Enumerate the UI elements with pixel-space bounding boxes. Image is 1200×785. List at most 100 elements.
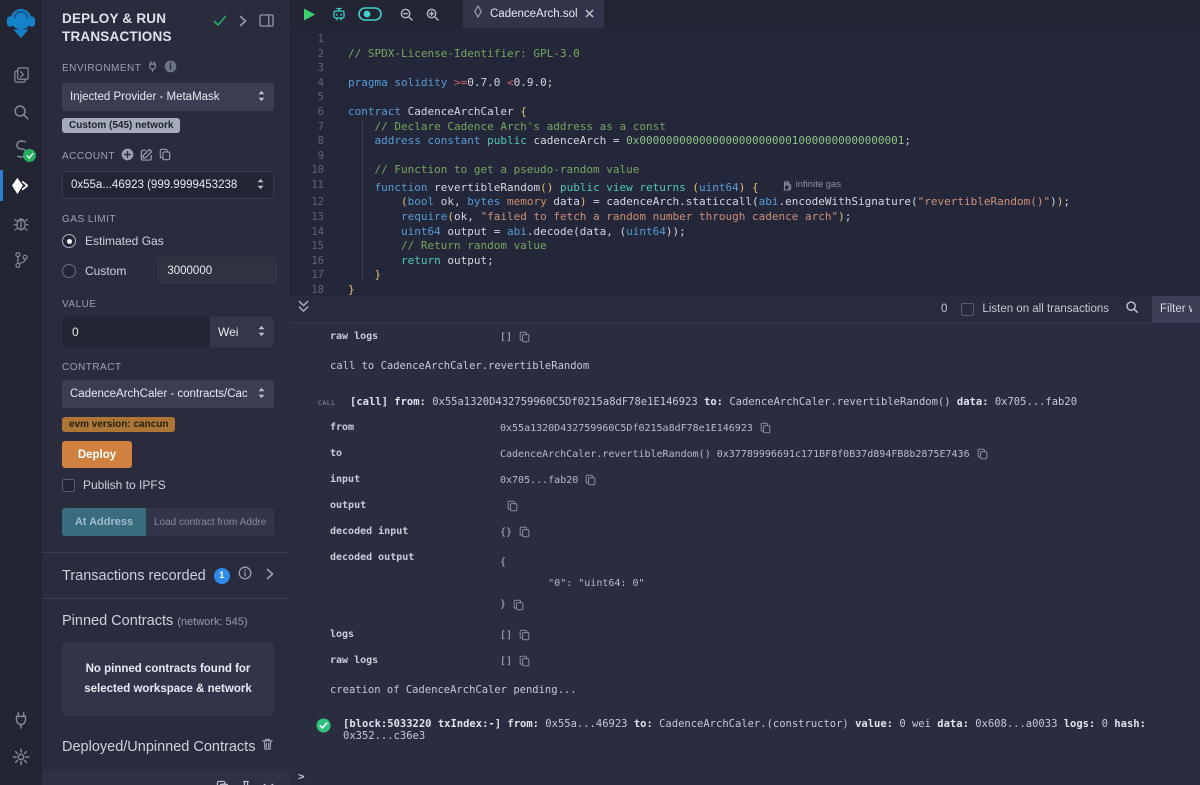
line-number: 15: [290, 239, 334, 254]
terminal-kv-block-row: decoded output{ "0": "uint64: 0"}: [330, 552, 1200, 615]
code-line[interactable]: 15 // Return random value: [290, 239, 1200, 254]
code-line[interactable]: 18}: [290, 283, 1200, 296]
terminal: 0 Listen on all transactions raw logs[]c…: [290, 296, 1200, 785]
transactions-expand-icon[interactable]: [266, 567, 274, 585]
tab-close-icon[interactable]: [585, 5, 594, 23]
code-line[interactable]: 2// SPDX-License-Identifier: GPL-3.0: [290, 47, 1200, 62]
solidity-compiler-icon[interactable]: [0, 130, 42, 167]
chevron-down-icon[interactable]: [62, 781, 73, 785]
terminal-kv-row: output: [330, 500, 1200, 512]
code-line[interactable]: 10 // Function to get a pseudo-random va…: [290, 163, 1200, 178]
success-check-icon[interactable]: [316, 718, 331, 737]
pin-contract-icon[interactable]: [240, 780, 252, 785]
add-account-icon[interactable]: [121, 148, 134, 164]
copy-icon[interactable]: [519, 331, 530, 343]
panel-check-icon: [213, 14, 227, 32]
code-line[interactable]: 11 function revertibleRandom() public vi…: [290, 178, 1200, 195]
code-line[interactable]: 12 (bool ok, bytes memory data) = cadenc…: [290, 195, 1200, 210]
terminal-kv-row: raw logs[]: [330, 331, 1200, 343]
code-line[interactable]: 14 uint64 output = abi.decode(data, (uin…: [290, 225, 1200, 240]
tab-cadencearch-sol[interactable]: CadenceArch.sol: [463, 0, 604, 28]
custom-gas-radio[interactable]: [62, 264, 76, 278]
plugin-manager-icon[interactable]: [0, 701, 42, 738]
panel-pin-icon[interactable]: [259, 14, 274, 32]
code-line[interactable]: 8 address constant public cadenceArch = …: [290, 134, 1200, 149]
copy-icon[interactable]: [760, 422, 771, 434]
code-editor[interactable]: 12// SPDX-License-Identifier: GPL-3.034p…: [290, 28, 1200, 296]
zoom-in-icon[interactable]: [425, 7, 440, 22]
code-line[interactable]: 6contract CadenceArchCaler {: [290, 105, 1200, 120]
line-number: 18: [290, 283, 334, 296]
environment-info-icon[interactable]: [164, 60, 177, 76]
code-line[interactable]: 4pragma solidity >=0.7.0 <0.9.0;: [290, 76, 1200, 91]
zoom-out-icon[interactable]: [399, 7, 414, 22]
line-number: 7: [290, 120, 334, 135]
line-number: 8: [290, 134, 334, 149]
debugger-icon[interactable]: [0, 204, 42, 241]
publish-ipfs-checkbox[interactable]: [62, 479, 75, 492]
copy-icon[interactable]: [519, 629, 530, 641]
terminal-kv-row: logs[]: [330, 629, 1200, 641]
deploy-run-panel: DEPLOY & RUN TRANSACTIONS ENVIRONMENT In…: [42, 0, 290, 785]
deploy-run-icon[interactable]: [0, 167, 42, 204]
copy-icon[interactable]: [519, 655, 530, 667]
stepper-icon: [256, 178, 265, 193]
settings-icon[interactable]: [0, 738, 42, 775]
sign-message-icon[interactable]: [140, 148, 153, 164]
search-icon[interactable]: [0, 93, 42, 130]
terminal-search-icon[interactable]: [1125, 300, 1139, 319]
value-unit-select[interactable]: Wei: [210, 317, 274, 347]
custom-gas-input[interactable]: [157, 257, 277, 284]
copy-icon[interactable]: [507, 500, 518, 512]
code-line[interactable]: 13 require(ok, "failed to fetch a random…: [290, 210, 1200, 225]
contract-select[interactable]: CadenceArchCaler - contracts/Cac: [62, 380, 274, 408]
terminal-kv-row: raw logs[]: [330, 655, 1200, 667]
code-line[interactable]: 3: [290, 61, 1200, 76]
code-line[interactable]: 1: [290, 32, 1200, 47]
terminal-kv-row: input0x705...fab20: [330, 474, 1200, 486]
account-label: ACCOUNT: [62, 151, 115, 162]
terminal-filter-input[interactable]: [1152, 296, 1200, 323]
remix-logo[interactable]: [6, 6, 36, 44]
file-explorer-icon[interactable]: [0, 56, 42, 93]
line-number: 3: [290, 61, 334, 76]
evm-version-badge: evm version: cancun: [62, 417, 175, 432]
line-number: 17: [290, 268, 334, 283]
editor-toolbar: CadenceArch.sol: [290, 0, 1200, 28]
code-line[interactable]: 5: [290, 90, 1200, 105]
clear-deployed-icon[interactable]: [261, 737, 274, 756]
copy-icon[interactable]: [585, 474, 596, 486]
at-address-button[interactable]: At Address: [62, 508, 146, 536]
deploy-button[interactable]: Deploy: [62, 441, 132, 468]
terminal-kv-row: decoded input{}: [330, 526, 1200, 538]
copy-account-icon[interactable]: [159, 148, 171, 164]
pinned-contracts-title: Pinned Contracts: [62, 613, 173, 629]
value-input[interactable]: [62, 317, 210, 347]
listen-all-checkbox[interactable]: [961, 303, 974, 316]
copy-icon[interactable]: [513, 599, 524, 611]
run-script-icon[interactable]: [302, 7, 316, 22]
close-contract-icon[interactable]: [263, 781, 274, 785]
at-address-input[interactable]: [146, 508, 274, 536]
account-select[interactable]: 0x55a...46923 (999.9999453238: [62, 171, 274, 199]
copy-icon[interactable]: [977, 448, 988, 460]
transactions-recorded-label: Transactions recorded: [62, 568, 206, 584]
code-line[interactable]: 9: [290, 149, 1200, 164]
terminal-collapse-icon[interactable]: [298, 300, 309, 318]
publish-ipfs-label: Publish to IPFS: [83, 478, 166, 492]
git-icon[interactable]: [0, 241, 42, 278]
terminal-prompt[interactable]: >: [298, 770, 1200, 783]
remix-ai-icon[interactable]: [331, 6, 347, 22]
copy-icon[interactable]: [519, 526, 530, 538]
estimated-gas-radio[interactable]: [62, 234, 76, 248]
environment-select[interactable]: Injected Provider - MetaMask: [62, 83, 274, 111]
ai-toggle-icon[interactable]: [358, 7, 382, 21]
terminal-body: raw logs[]call to CadenceArchCaler.rever…: [290, 323, 1200, 785]
panel-expand-icon[interactable]: [239, 14, 247, 32]
code-line[interactable]: 16 return output;: [290, 254, 1200, 269]
terminal-call-row: call[call] from: 0x55a1320D432759960C5Df…: [318, 396, 1200, 408]
transactions-info-icon[interactable]: [238, 566, 252, 585]
copy-contract-icon[interactable]: [216, 780, 229, 785]
code-line[interactable]: 7 // Declare Cadence Arch's address as a…: [290, 120, 1200, 135]
code-line[interactable]: 17 }: [290, 268, 1200, 283]
